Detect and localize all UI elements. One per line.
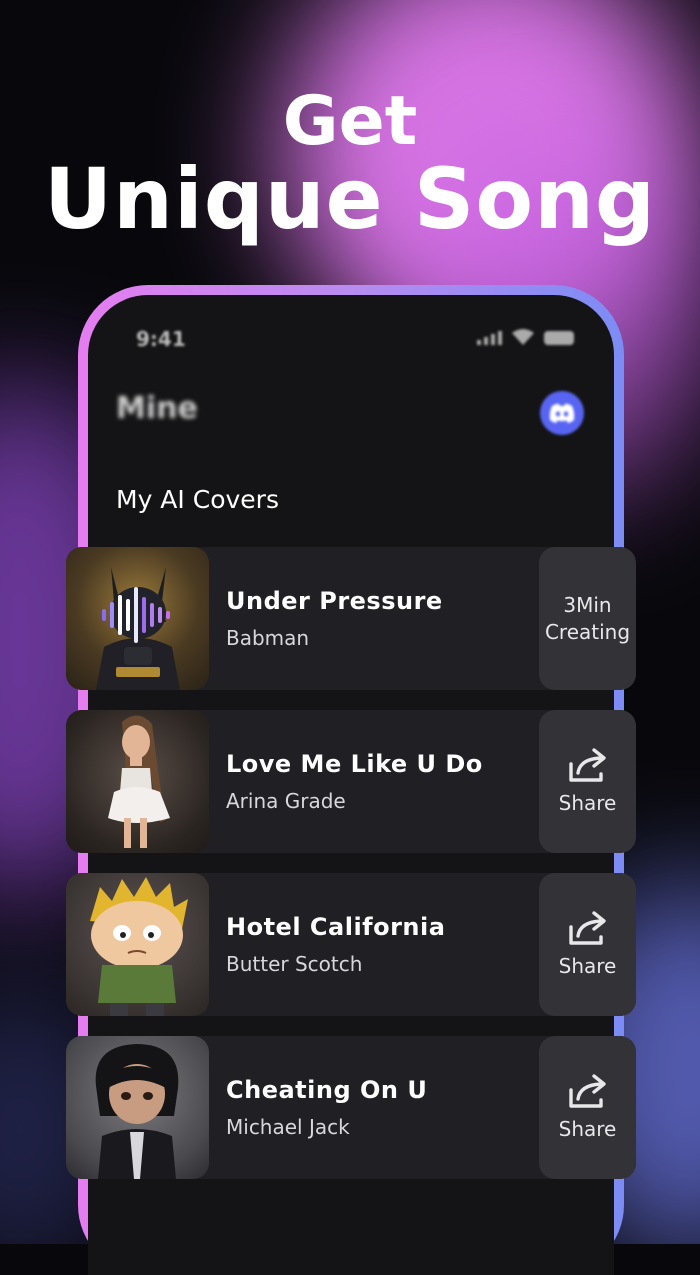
share-label: Share [558,791,617,815]
share-button[interactable]: Share [539,710,636,853]
song-artist: Arina Grade [226,789,346,813]
song-title: Love Me Like U Do [226,750,483,778]
song-cover-image [66,873,209,1016]
song-artist: Butter Scotch [226,952,363,976]
discord-logo-icon [549,403,575,423]
song-cover-image [66,1036,209,1179]
song-title: Hotel California [226,913,446,941]
share-icon [568,911,606,945]
song-cover-image [66,710,209,853]
song-artist: Babman [226,626,310,650]
headline-line2: Unique Song [43,150,657,248]
singer-figure-icon [108,715,170,848]
song-card[interactable]: Under Pressure Babman 3Min Creating [66,547,636,690]
battery-icon [544,331,574,345]
wifi-icon [512,329,534,345]
signal-icon [477,331,502,345]
song-card[interactable]: Hotel California Butter Scotch Share [66,873,636,1016]
share-label: Share [558,1117,617,1141]
creating-time: 3Min [563,592,612,617]
song-card[interactable]: Cheating On U Michael Jack Share [66,1036,636,1179]
section-title: My AI Covers [116,485,279,514]
creating-status-button[interactable]: 3Min Creating [539,547,636,690]
share-button[interactable]: Share [539,1036,636,1179]
creating-label: Creating [544,619,631,644]
status-icons [477,329,574,345]
status-time: 9:41 [136,327,186,351]
cartoon-figure-icon [90,877,188,1016]
share-icon [568,748,606,782]
song-title: Under Pressure [226,587,443,615]
share-label: Share [558,954,617,978]
waveform-icon [102,587,170,643]
curly-hair-figure-icon [95,1044,179,1179]
discord-icon[interactable] [540,391,584,435]
page-title: Mine [116,391,198,426]
song-artist: Michael Jack [226,1115,350,1139]
share-button[interactable]: Share [539,873,636,1016]
song-cover-image [66,547,209,690]
share-icon [568,1074,606,1108]
song-title: Cheating On U [226,1076,428,1104]
song-card[interactable]: Love Me Like U Do Arina Grade Share [66,710,636,853]
